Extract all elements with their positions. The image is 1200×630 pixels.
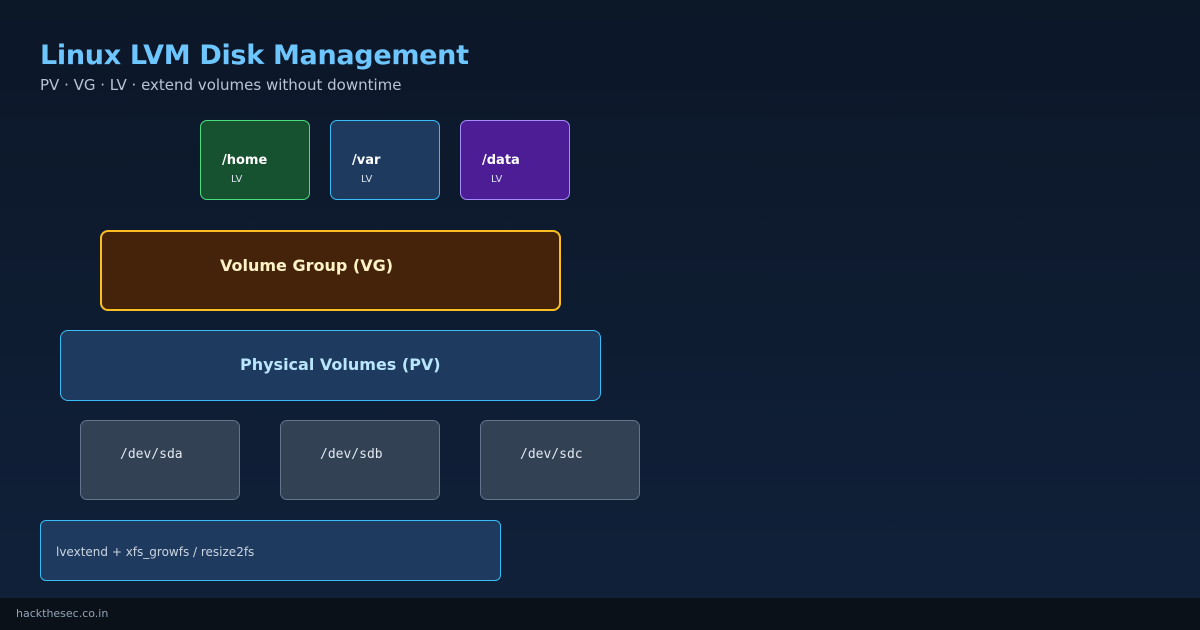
lv-name: /home [222, 153, 268, 168]
physical-volumes-label: Physical Volumes (PV) [240, 355, 441, 374]
page-title: Linux LVM Disk Management [40, 40, 469, 71]
disk-sdb-box: /dev/sdb [280, 420, 440, 500]
lv-var-box: /var LV [330, 120, 440, 200]
command-box: lvextend + xfs_growfs / resize2fs [40, 520, 501, 581]
lv-name: /data [482, 153, 520, 168]
command-text: lvextend + xfs_growfs / resize2fs [56, 545, 255, 559]
footer-bar: hackthesec.co.in [0, 598, 1200, 630]
lv-tag: LV [231, 174, 243, 185]
volume-group-label: Volume Group (VG) [220, 256, 394, 275]
volume-group-box: Volume Group (VG) [100, 230, 561, 311]
disk-label: /dev/sdb [320, 447, 383, 462]
lv-tag: LV [361, 174, 373, 185]
footer-site: hackthesec.co.in [16, 607, 109, 620]
lv-home-box: /home LV [200, 120, 310, 200]
disk-sdc-box: /dev/sdc [480, 420, 640, 500]
disk-label: /dev/sda [120, 447, 183, 462]
disk-label: /dev/sdc [520, 447, 583, 462]
physical-volumes-box: Physical Volumes (PV) [60, 330, 601, 401]
lv-name: /var [352, 153, 381, 168]
page-subtitle: PV · VG · LV · extend volumes without do… [40, 76, 402, 94]
disk-sda-box: /dev/sda [80, 420, 240, 500]
lv-data-box: /data LV [460, 120, 570, 200]
lv-tag: LV [491, 174, 503, 185]
